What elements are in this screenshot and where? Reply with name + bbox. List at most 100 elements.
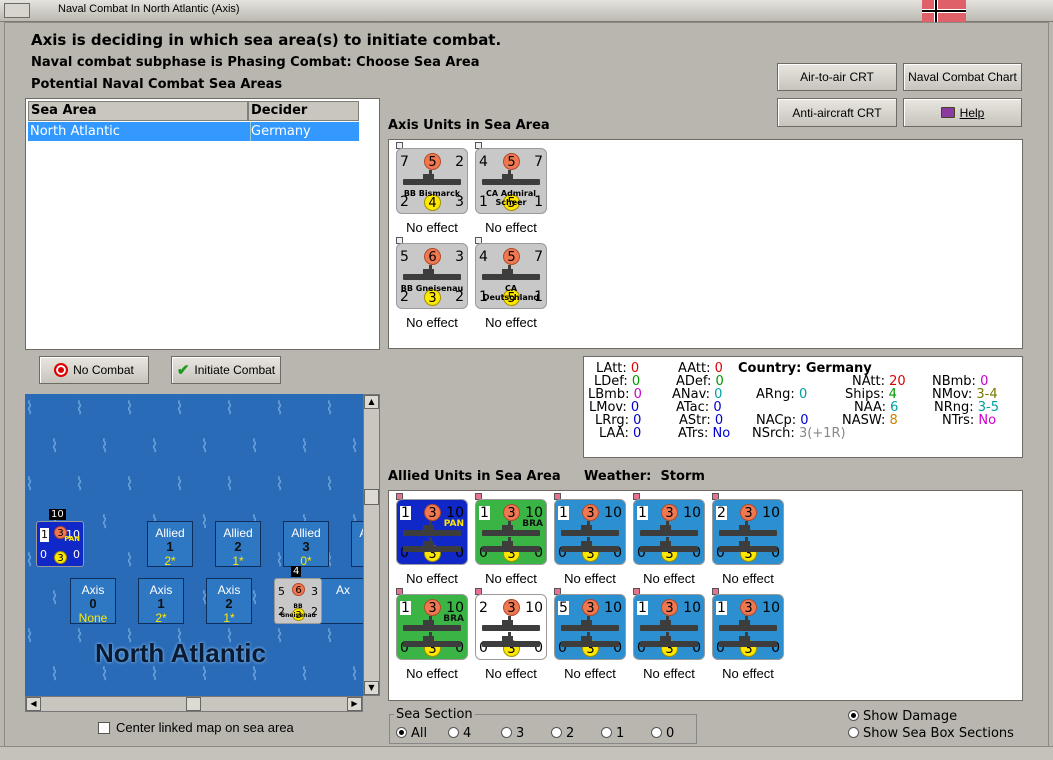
naval-combat-chart-button[interactable]: Naval Combat Chart: [903, 63, 1022, 91]
show-damage-radio[interactable]: Show Damage: [848, 709, 957, 724]
wave-texture-icon: ⌇: [325, 474, 334, 495]
sea-box[interactable]: Axis 1 2*: [138, 578, 184, 625]
attack-factor-dot: 3: [661, 504, 678, 521]
anti-aircraft-crt-button[interactable]: Anti-aircraft CRT: [777, 98, 897, 127]
initiate-combat-button[interactable]: ✔ Initiate Combat: [171, 356, 281, 384]
sea-box[interactable]: Axis 0 None: [70, 578, 116, 625]
warship-silhouette-icon: [482, 616, 540, 631]
sea-box-label: Allied: [352, 526, 363, 540]
unit-counter[interactable]: 1 10 0 0 3 3: [712, 594, 784, 660]
unit-factor-tl: 5: [558, 600, 569, 616]
unit-status: No effect: [722, 571, 774, 586]
system-menu-button[interactable]: [4, 3, 30, 18]
scroll-right-icon[interactable]: ▶: [347, 697, 362, 711]
unit-factor-tr: 10: [683, 600, 701, 616]
sea-box[interactable]: Ax: [320, 578, 363, 624]
warship-silhouette-icon: [640, 632, 698, 647]
horizontal-scroll-thumb[interactable]: [186, 697, 201, 711]
warship-silhouette-icon: [640, 521, 698, 536]
sea-box[interactable]: Allied 1 2*: [147, 521, 193, 568]
unit-status: No effect: [406, 315, 458, 330]
unit-counter[interactable]: 4 7 1 1 5 5 CA Admiral Scheer: [475, 148, 547, 214]
sea-box-number: 2: [234, 539, 242, 554]
stack-count-badge: 10: [49, 509, 66, 520]
attack-factor-dot: 3: [582, 504, 599, 521]
unit-counter[interactable]: 1 10 0 0 3 3: [554, 499, 626, 565]
unit-factor-tr: 10: [446, 505, 464, 521]
sea-section-option-1[interactable]: 1: [601, 726, 624, 741]
scroll-up-icon[interactable]: ▲: [364, 395, 379, 409]
unit-factor-tr: 3: [455, 249, 464, 265]
unit-counter[interactable]: 2 10 0 0 3 3: [475, 594, 547, 660]
warship-silhouette-icon: [640, 537, 698, 552]
wave-texture-icon: ⌇: [25, 398, 34, 419]
unit-factor-bl: 0: [40, 548, 47, 561]
warship-silhouette-icon: [482, 537, 540, 552]
unit-counter[interactable]: 2 10 0 0 3 3: [712, 499, 784, 565]
table-row[interactable]: North Atlantic Germany: [28, 122, 359, 141]
wave-texture-icon: ⌇: [175, 398, 184, 419]
wave-texture-icon: ⌇: [225, 398, 234, 419]
unit-counter[interactable]: 1 10 0 0 3 3: [633, 499, 705, 565]
warship-silhouette-icon: [719, 632, 777, 647]
unit-factor-tr: 2: [455, 154, 464, 170]
unit-counter[interactable]: 7 2 2 3 5 4 BB Bismarck: [396, 148, 468, 214]
warship-silhouette-icon: [482, 170, 540, 185]
unit-counter[interactable]: 1 10 0 0 3 3 BRA: [396, 594, 468, 660]
unit-factor-tl: 2: [479, 600, 488, 616]
defense-factor-dot: 3: [54, 551, 67, 564]
attack-factor-dot: 6: [292, 583, 305, 596]
show-sea-box-sections-radio[interactable]: Show Sea Box Sections: [848, 726, 1014, 741]
wave-texture-icon: ⌇: [325, 626, 334, 647]
unit-counter[interactable]: 1 10 0 0 3 3: [633, 594, 705, 660]
sea-section-option-2[interactable]: 2: [551, 726, 574, 741]
checkbox-icon: [98, 722, 110, 734]
sea-box[interactable]: Axis 2 1*: [206, 578, 252, 625]
sea-box[interactable]: Allied 3 0*: [283, 521, 329, 568]
attack-factor-dot: 5: [424, 153, 441, 170]
map-vertical-scrollbar[interactable]: ▲ ▼: [363, 394, 380, 696]
unit-factor-tr: 7: [534, 249, 543, 265]
sea-box-label: Axis: [149, 583, 173, 597]
sea-area-table: Sea Area Decider North Atlantic Germany: [25, 98, 380, 350]
sea-box[interactable]: Allied 2 1*: [215, 521, 261, 568]
sea-box-number: 2: [225, 596, 233, 611]
vertical-scroll-thumb[interactable]: [364, 489, 379, 505]
unit-factor-tl: 7: [400, 154, 409, 170]
column-header-sea-area: Sea Area: [28, 101, 248, 121]
unit-status: No effect: [564, 571, 616, 586]
sea-area-map[interactable]: ⌇ ⌇ ⌇ ⌇ ⌇ ⌇ ⌇ ⌇ ⌇ ⌇ ⌇ ⌇ ⌇ ⌇ ⌇ ⌇ ⌇ ⌇ ⌇ ⌇ ⌇ ⌇ ⌇ ⌇ ⌇ ⌇ ⌇ ⌇ ⌇ ⌇ ⌇ ⌇ ⌇ ⌇ ⌇ ⌇ ⌇ ⌇ ⌇ ⌇…: [25, 394, 363, 696]
sea-box-label: Axis: [217, 583, 241, 597]
sea-section-option-0[interactable]: 0: [651, 726, 674, 741]
no-combat-button[interactable]: No Combat: [39, 356, 149, 384]
map-unit-stack[interactable]: 1 10 0 0 3 3 PAN: [36, 521, 84, 567]
wave-texture-icon: ⌇: [275, 398, 284, 419]
sea-section-option-4[interactable]: 4: [448, 726, 471, 741]
map-horizontal-scrollbar[interactable]: ◀ ▶: [25, 696, 363, 712]
unit-status: No effect: [722, 666, 774, 681]
unit-factor-tr: 10: [525, 600, 543, 616]
unit-counter[interactable]: 1 10 0 0 3 3 BRA: [475, 499, 547, 565]
sea-areas-label: Potential Naval Combat Sea Areas: [31, 77, 283, 92]
attack-factor-dot: 3: [740, 599, 757, 616]
sea-box[interactable]: Allied40: [351, 521, 363, 567]
unit-counter[interactable]: 5 10 0 0 3 3: [554, 594, 626, 660]
unit-factor-tr: 10: [604, 505, 622, 521]
sea-section-option-all[interactable]: All: [396, 726, 427, 741]
center-map-checkbox[interactable]: Center linked map on sea area: [98, 720, 294, 735]
wave-texture-icon: ⌇: [25, 550, 34, 571]
sea-section-option-3[interactable]: 3: [501, 726, 524, 741]
map-unit-stack[interactable]: 5 3 2 2 6 3 BB Gneisenau: [274, 578, 322, 624]
unit-counter[interactable]: 1 10 0 0 3 3 PAN: [396, 499, 468, 565]
unit-counter[interactable]: 5 3 2 2 6 3 BB Gneisenau: [396, 243, 468, 309]
scroll-left-icon[interactable]: ◀: [26, 697, 41, 711]
help-button[interactable]: Help: [903, 98, 1022, 127]
air-to-air-crt-button[interactable]: Air-to-air CRT: [777, 63, 897, 91]
sea-section-group: Sea Section All 4 3 2 1 0: [389, 707, 697, 744]
unit-counter[interactable]: 4 7 1 1 5 5 CA Deutschland: [475, 243, 547, 309]
warship-silhouette-icon: [640, 616, 698, 631]
unit-status: No effect: [485, 666, 537, 681]
scroll-down-icon[interactable]: ▼: [364, 681, 379, 695]
wave-texture-icon: ⌇: [350, 664, 359, 685]
warship-silhouette-icon: [561, 616, 619, 631]
